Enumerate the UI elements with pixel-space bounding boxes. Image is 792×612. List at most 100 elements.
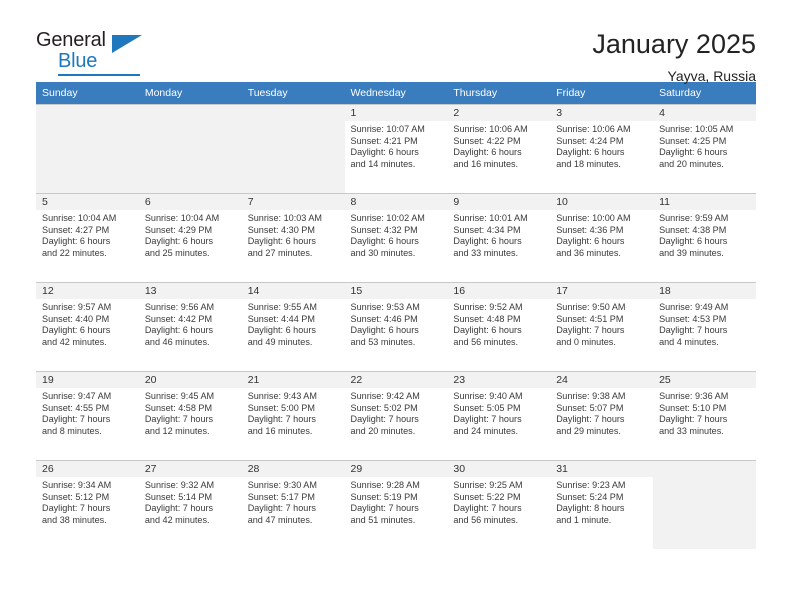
day-sun-info: Sunrise: 9:43 AM Sunset: 5:00 PM Daylight:… xyxy=(242,388,345,437)
calendar-day-cell[interactable]: 9 Sunrise: 10:01 AM Sunset: 4:34 PM Dayligh… xyxy=(447,193,551,282)
calendar-day-cell[interactable]: 23 Sunrise: 9:40 AM Sunset: 5:05 PM Dayligh… xyxy=(447,371,551,460)
day-number: 28 xyxy=(241,461,345,477)
day-number: 13 xyxy=(138,283,242,299)
sun-info-line-daylight1: Daylight: 7 hours xyxy=(144,503,214,514)
calendar-day-cell[interactable]: 13 Sunrise: 9:56 AM Sunset: 4:42 PM Dayligh… xyxy=(138,282,242,371)
day-sun-info: Sunrise: 9:34 AM Sunset: 5:12 PM Daylight:… xyxy=(36,477,139,526)
sun-info-line-sunrise: Sunrise: 10:01 AM xyxy=(453,213,528,223)
sun-info-line-sunset: Sunset: 4:32 PM xyxy=(350,224,418,235)
sun-info-line-sunrise: Sunrise: 9:52 AM xyxy=(453,302,523,312)
day-sun-info: Sunrise: 9:40 AM Sunset: 5:05 PM Daylight:… xyxy=(447,388,550,437)
sun-info-line-daylight1: Daylight: 6 hours xyxy=(350,325,419,336)
weekday-header-sunday: Sunday xyxy=(36,82,139,104)
sun-info-line-sunrise: Sunrise: 9:28 AM xyxy=(350,480,420,490)
sun-info-line-sunrise: Sunrise: 9:45 AM xyxy=(144,391,215,401)
calendar-day-cell[interactable]: 31 Sunrise: 9:23 AM Sunset: 5:24 PM Dayligh… xyxy=(550,460,654,549)
sun-info-line-sunset: Sunset: 4:51 PM xyxy=(556,313,624,324)
day-cell-inner xyxy=(36,104,139,193)
day-cell-inner: 16 Sunrise: 9:52 AM Sunset: 4:48 PM Dayligh… xyxy=(447,282,551,371)
day-number: 27 xyxy=(138,461,242,477)
sun-info-line-daylight1: Daylight: 6 hours xyxy=(659,147,728,158)
sun-info-line-sunrise: Sunrise: 9:57 AM xyxy=(42,302,112,312)
location-subtitle: Yayva, Russia xyxy=(667,67,756,84)
sun-info-line-sunset: Sunset: 4:55 PM xyxy=(42,402,110,413)
day-cell-inner: 2 Sunrise: 10:06 AM Sunset: 4:22 PM Dayligh… xyxy=(447,104,551,193)
general-blue-logo[interactable]: General Blue xyxy=(36,30,148,76)
calendar-day-cell[interactable]: 16 Sunrise: 9:52 AM Sunset: 4:48 PM Dayligh… xyxy=(447,282,551,371)
day-number: 4 xyxy=(653,105,756,121)
day-number: 3 xyxy=(550,105,654,121)
sun-info-line-daylight2: and 4 minutes. xyxy=(659,336,719,347)
calendar-day-cell[interactable]: 22 Sunrise: 9:42 AM Sunset: 5:02 PM Dayligh… xyxy=(344,371,448,460)
sun-info-line-sunrise: Sunrise: 10:00 AM xyxy=(556,213,631,223)
sun-info-line-daylight1: Daylight: 6 hours xyxy=(350,236,419,247)
sun-info-line-sunset: Sunset: 5:05 PM xyxy=(453,402,521,413)
calendar-day-cell[interactable]: 24 Sunrise: 9:38 AM Sunset: 5:07 PM Dayligh… xyxy=(550,371,654,460)
day-cell-inner: 11 Sunrise: 9:59 AM Sunset: 4:38 PM Dayligh… xyxy=(653,193,756,282)
sun-info-line-daylight1: Daylight: 6 hours xyxy=(453,236,522,247)
calendar-day-cell[interactable]: 25 Sunrise: 9:36 AM Sunset: 5:10 PM Dayligh… xyxy=(653,371,756,460)
calendar-week-row: 1 Sunrise: 10:07 AM Sunset: 4:21 PM Dayligh… xyxy=(36,104,756,193)
sun-info-line-daylight1: Daylight: 6 hours xyxy=(659,236,728,247)
calendar-week-row: 12 Sunrise: 9:57 AM Sunset: 4:40 PM Dayligh… xyxy=(36,282,756,371)
calendar-day-cell[interactable]: 29 Sunrise: 9:28 AM Sunset: 5:19 PM Dayligh… xyxy=(344,460,448,549)
day-number: 24 xyxy=(550,372,654,388)
sun-info-line-daylight1: Daylight: 7 hours xyxy=(350,503,419,514)
logo-underline xyxy=(58,74,140,76)
day-sun-info: Sunrise: 10:06 AM Sunset: 4:22 PM Daylight… xyxy=(447,121,550,170)
calendar-day-cell[interactable]: 20 Sunrise: 9:45 AM Sunset: 4:58 PM Dayligh… xyxy=(138,371,242,460)
calendar-day-cell[interactable]: 12 Sunrise: 9:57 AM Sunset: 4:40 PM Dayligh… xyxy=(36,282,139,371)
day-sun-info: Sunrise: 9:47 AM Sunset: 4:55 PM Daylight:… xyxy=(36,388,139,437)
sun-info-line-daylight2: and 33 minutes. xyxy=(453,247,519,258)
sun-info-line-daylight2: and 56 minutes. xyxy=(453,336,519,347)
calendar-day-cell[interactable]: 6 Sunrise: 10:04 AM Sunset: 4:29 PM Dayligh… xyxy=(138,193,242,282)
day-number: 18 xyxy=(653,283,756,299)
sun-info-line-sunrise: Sunrise: 9:36 AM xyxy=(659,391,729,401)
calendar-day-cell[interactable]: 18 Sunrise: 9:49 AM Sunset: 4:53 PM Dayligh… xyxy=(653,282,756,371)
calendar-day-cell[interactable]: 7 Sunrise: 10:03 AM Sunset: 4:30 PM Dayligh… xyxy=(241,193,345,282)
day-sun-info: Sunrise: 9:57 AM Sunset: 4:40 PM Daylight:… xyxy=(36,299,139,348)
sun-info-line-daylight1: Daylight: 7 hours xyxy=(659,325,728,336)
day-number: 14 xyxy=(241,283,345,299)
day-number: 1 xyxy=(344,105,448,121)
day-cell-inner: 3 Sunrise: 10:06 AM Sunset: 4:24 PM Dayligh… xyxy=(550,104,654,193)
calendar-day-cell[interactable]: 5 Sunrise: 10:04 AM Sunset: 4:27 PM Dayligh… xyxy=(36,193,139,282)
calendar-day-cell[interactable]: 21 Sunrise: 9:43 AM Sunset: 5:00 PM Dayligh… xyxy=(241,371,345,460)
day-sun-info: Sunrise: 10:03 AM Sunset: 4:30 PM Daylight… xyxy=(242,210,345,259)
sun-info-line-daylight1: Daylight: 6 hours xyxy=(247,236,316,247)
calendar-day-cell[interactable]: 28 Sunrise: 9:30 AM Sunset: 5:17 PM Dayligh… xyxy=(241,460,345,549)
day-sun-info: Sunrise: 9:49 AM Sunset: 4:53 PM Daylight:… xyxy=(653,299,756,348)
calendar-day-cell[interactable]: 19 Sunrise: 9:47 AM Sunset: 4:55 PM Dayligh… xyxy=(36,371,139,460)
sun-info-line-daylight2: and 25 minutes. xyxy=(144,247,210,258)
day-sun-info: Sunrise: 9:36 AM Sunset: 5:10 PM Daylight:… xyxy=(653,388,756,437)
sun-info-line-sunrise: Sunrise: 10:05 AM xyxy=(659,124,734,134)
calendar-day-cell[interactable]: 26 Sunrise: 9:34 AM Sunset: 5:12 PM Dayligh… xyxy=(36,460,139,549)
sun-info-line-daylight2: and 49 minutes. xyxy=(247,336,313,347)
sun-info-line-sunset: Sunset: 5:14 PM xyxy=(144,491,213,502)
calendar-day-cell[interactable]: 14 Sunrise: 9:55 AM Sunset: 4:44 PM Dayligh… xyxy=(241,282,345,371)
day-sun-info: Sunrise: 10:01 AM Sunset: 4:34 PM Daylight… xyxy=(447,210,550,259)
calendar-day-cell[interactable]: 2 Sunrise: 10:06 AM Sunset: 4:22 PM Dayligh… xyxy=(447,104,551,193)
calendar-day-cell[interactable]: 3 Sunrise: 10:06 AM Sunset: 4:24 PM Dayligh… xyxy=(550,104,654,193)
day-sun-info: Sunrise: 10:04 AM Sunset: 4:29 PM Daylight… xyxy=(139,210,242,259)
weekday-header-monday: Monday xyxy=(138,82,242,104)
day-number: 19 xyxy=(36,372,139,388)
calendar-day-cell[interactable]: 15 Sunrise: 9:53 AM Sunset: 4:46 PM Dayligh… xyxy=(344,282,448,371)
sun-info-line-sunrise: Sunrise: 9:56 AM xyxy=(144,302,215,312)
calendar-day-cell[interactable]: 30 Sunrise: 9:25 AM Sunset: 5:22 PM Dayligh… xyxy=(447,460,551,549)
day-number: 6 xyxy=(138,194,242,210)
calendar-day-cell[interactable]: 27 Sunrise: 9:32 AM Sunset: 5:14 PM Dayligh… xyxy=(138,460,242,549)
calendar-day-cell[interactable]: 17 Sunrise: 9:50 AM Sunset: 4:51 PM Dayligh… xyxy=(550,282,654,371)
logo-text-blue: Blue xyxy=(58,50,98,72)
calendar-day-cell[interactable]: 10 Sunrise: 10:00 AM Sunset: 4:36 PM Daylig… xyxy=(550,193,654,282)
day-cell-inner: 18 Sunrise: 9:49 AM Sunset: 4:53 PM Dayligh… xyxy=(653,282,756,371)
calendar-day-cell[interactable]: 8 Sunrise: 10:02 AM Sunset: 4:32 PM Dayligh… xyxy=(344,193,448,282)
sun-info-line-sunrise: Sunrise: 10:04 AM xyxy=(42,213,117,223)
calendar-day-cell[interactable]: 4 Sunrise: 10:05 AM Sunset: 4:25 PM Dayligh… xyxy=(653,104,756,193)
calendar-day-cell[interactable]: 1 Sunrise: 10:07 AM Sunset: 4:21 PM Dayligh… xyxy=(344,104,448,193)
day-number: 12 xyxy=(36,283,139,299)
sun-info-line-sunset: Sunset: 4:38 PM xyxy=(659,224,727,235)
calendar-day-cell[interactable]: 11 Sunrise: 9:59 AM Sunset: 4:38 PM Dayligh… xyxy=(653,193,756,282)
sun-info-line-daylight2: and 12 minutes. xyxy=(144,425,210,436)
sun-info-line-sunset: Sunset: 4:34 PM xyxy=(453,224,521,235)
